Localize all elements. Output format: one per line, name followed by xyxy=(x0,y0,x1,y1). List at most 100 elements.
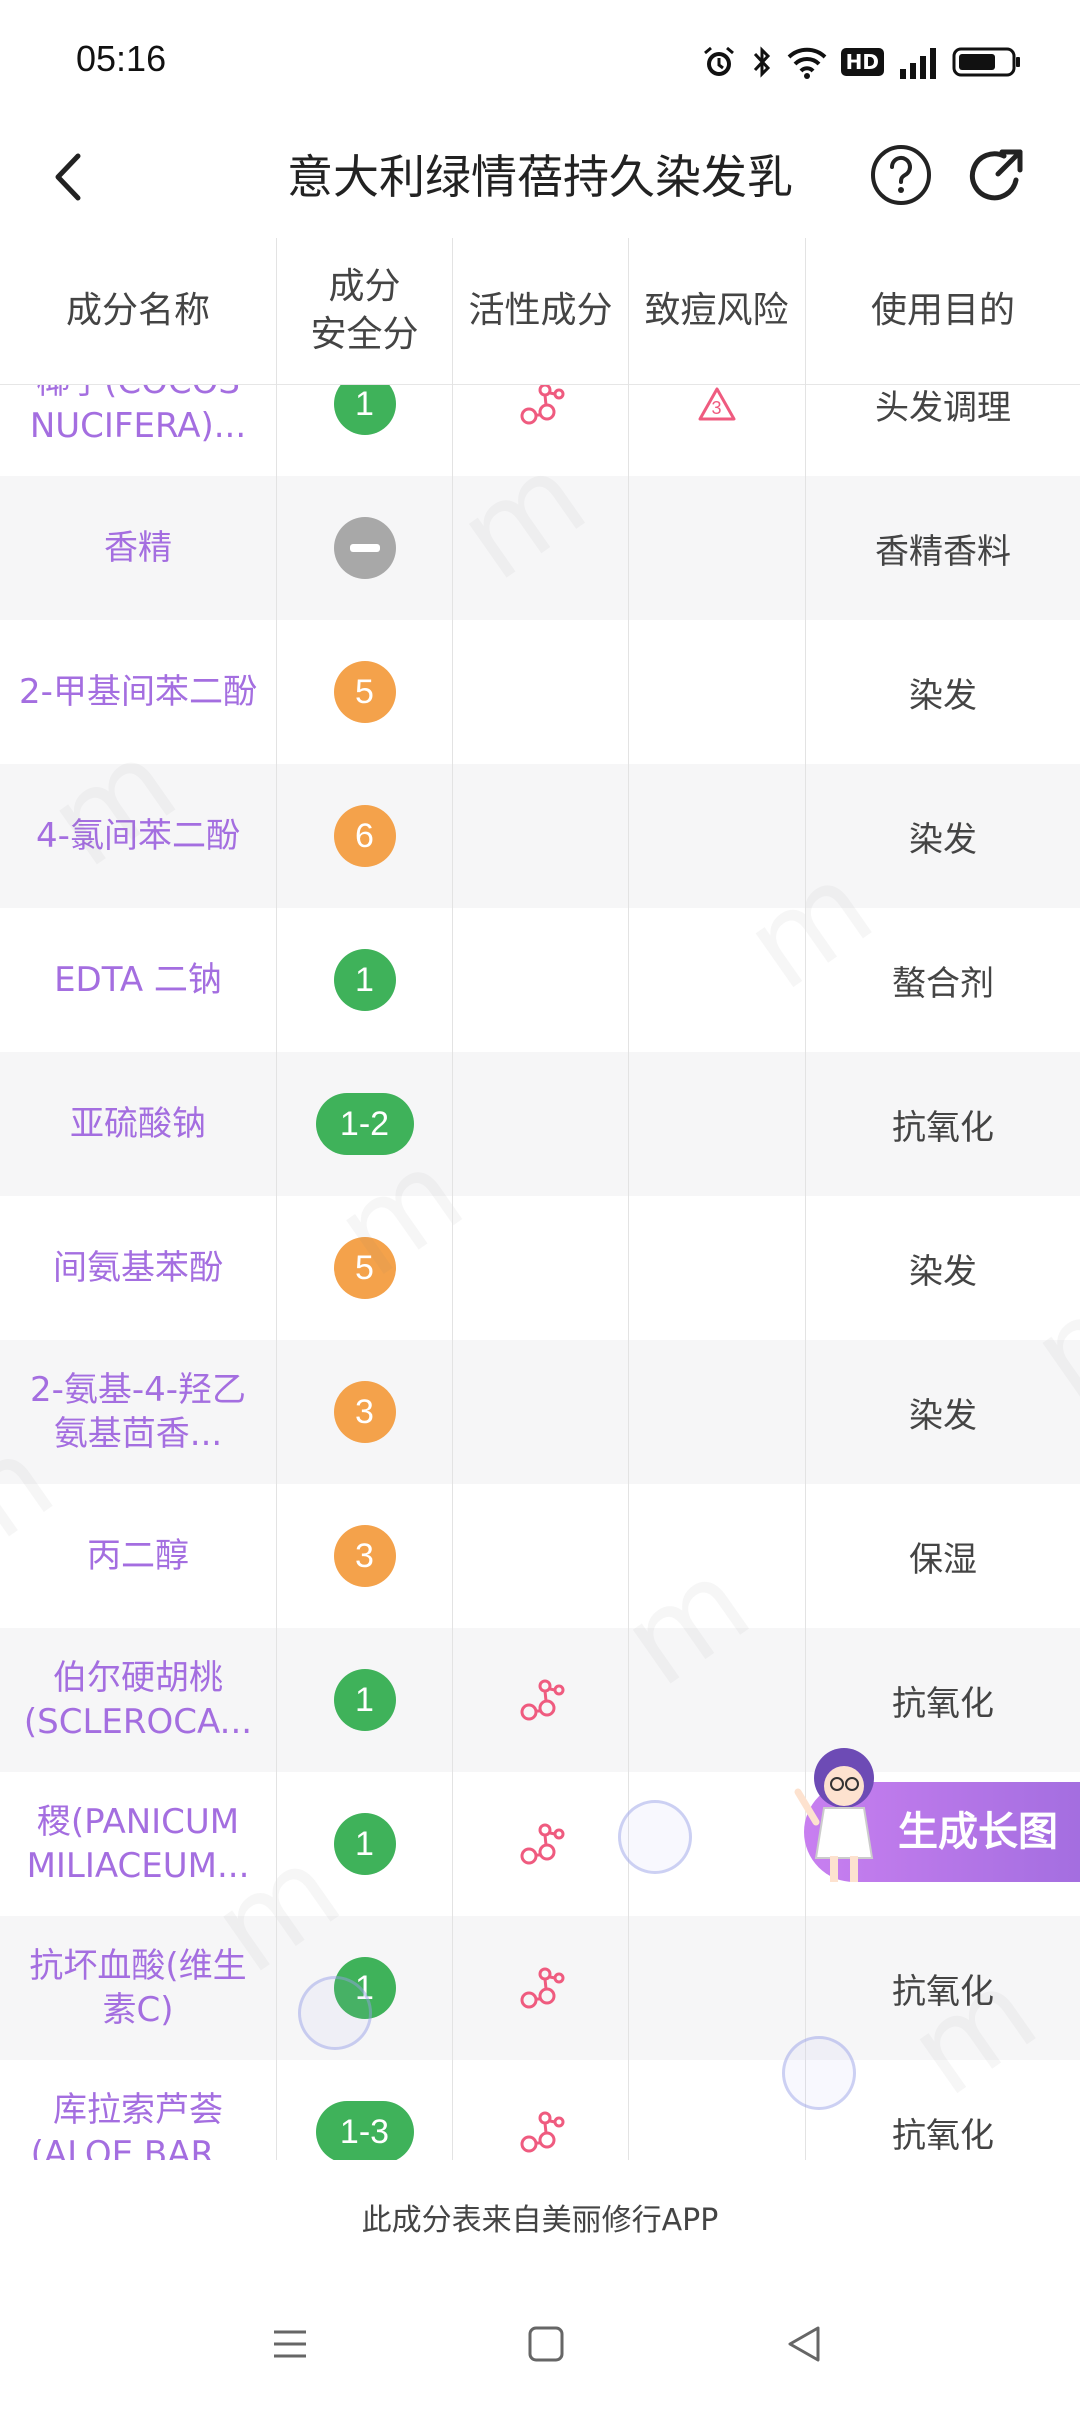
ingredient-name[interactable]: 稷(PANICUM MILIACEUM... xyxy=(0,1772,276,1916)
safety-score-cell: 5 xyxy=(277,620,452,764)
table-row[interactable]: 库拉索芦荟(ALOE BAR... 1-3 抗氧化 xyxy=(0,2060,1080,2160)
menu-icon[interactable] xyxy=(270,2324,310,2364)
table-row[interactable]: 间氨基苯酚 5 染发 xyxy=(0,1196,1080,1340)
usage-purpose: 染发 xyxy=(909,819,977,860)
active-ingredient-cell xyxy=(453,1628,628,1772)
table-row[interactable]: 2-氨基-4-羟乙氨基茴香... 3 染发 xyxy=(0,1340,1080,1484)
help-button[interactable] xyxy=(868,142,934,208)
ingredient-rows: 椰子(COCOS NUCIFERA)... 1 3 头发调理香精 香精香料 2-甲基间苯二… xyxy=(0,384,1080,2160)
ingredient-name[interactable]: 香精 xyxy=(0,476,276,620)
ingredient-name-text: 稷(PANICUM MILIACEUM... xyxy=(26,1802,250,1886)
safety-score-badge: 6 xyxy=(333,805,396,867)
safety-score-badge: 3 xyxy=(333,1525,396,1587)
status-time: 05:16 xyxy=(76,38,167,79)
header-score-line2: 安全分 xyxy=(310,314,419,355)
table-row[interactable]: 抗坏血酸(维生素C) 1 抗氧化 xyxy=(0,1916,1080,2060)
active-ingredient-cell xyxy=(453,1196,628,1340)
active-ingredient-cell xyxy=(453,620,628,764)
acne-risk-cell xyxy=(629,1340,804,1484)
wifi-icon xyxy=(787,47,827,79)
status-bar: 05:16 HD xyxy=(0,0,1080,120)
table-row[interactable]: 椰子(COCOS NUCIFERA)... 1 3 头发调理 xyxy=(0,384,1080,476)
ingredient-table[interactable]: 椰子(COCOS NUCIFERA)... 1 3 头发调理香精 香精香料 2-甲基间苯二… xyxy=(0,384,1080,2160)
table-row[interactable]: 亚硫酸钠 1-2 抗氧化 xyxy=(0,1052,1080,1196)
back-nav-icon[interactable] xyxy=(784,2324,824,2364)
bluetooth-icon xyxy=(753,46,770,78)
home-icon[interactable] xyxy=(526,2324,566,2364)
acne-risk-cell xyxy=(629,1196,804,1340)
ingredient-name[interactable]: 亚硫酸钠 xyxy=(0,1052,276,1196)
table-row[interactable]: 香精 香精香料 xyxy=(0,476,1080,620)
ingredient-name-text: 4-氯间苯二酚 xyxy=(36,816,240,856)
ingredient-name[interactable]: 丙二醇 xyxy=(0,1484,276,1628)
acne-risk-cell xyxy=(629,1484,804,1628)
safety-score-cell: 1 xyxy=(277,908,452,1052)
safety-score-cell: 1 xyxy=(277,1772,452,1916)
generate-button-label: 生成长图 xyxy=(898,1809,1058,1855)
header-score-line1: 成分 xyxy=(328,266,401,307)
usage-purpose: 螯合剂 xyxy=(892,963,994,1004)
usage-purpose: 抗氧化 xyxy=(892,1971,994,2012)
acne-risk-cell xyxy=(629,908,804,1052)
ingredient-name[interactable]: 2-氨基-4-羟乙氨基茴香... xyxy=(0,1340,276,1484)
usage-purpose: 头发调理 xyxy=(875,387,1011,428)
ingredient-name[interactable]: 2-甲基间苯二酚 xyxy=(0,620,276,764)
ingredient-name-text: 椰子(COCOS NUCIFERA)... xyxy=(29,384,247,446)
ingredient-name[interactable]: 库拉索芦荟(ALOE BAR... xyxy=(0,2060,276,2160)
usage-purpose: 染发 xyxy=(909,675,977,716)
molecule-icon xyxy=(520,1679,564,1721)
header-score: 成分 安全分 xyxy=(277,238,452,384)
ingredient-name-text: 伯尔硬胡桃(SCLEROCA... xyxy=(23,1658,253,1742)
safety-score-badge: 5 xyxy=(333,661,396,723)
safety-score-badge: 1 xyxy=(333,384,396,435)
safety-score-cell: 6 xyxy=(277,764,452,908)
header-acne: 致痘风险 xyxy=(644,290,789,331)
active-ingredient-cell xyxy=(453,476,628,620)
ingredient-name[interactable]: 伯尔硬胡桃(SCLEROCA... xyxy=(0,1628,276,1772)
mascot-icon xyxy=(794,1748,874,1882)
generate-long-image-button[interactable]: 生成长图 xyxy=(794,1738,1080,1886)
molecule-icon xyxy=(520,1823,564,1865)
touch-indicator xyxy=(782,2036,856,2110)
safety-score-cell: 5 xyxy=(277,1196,452,1340)
table-row[interactable]: 丙二醇 3 保湿 xyxy=(0,1484,1080,1628)
ingredient-name-text: 2-甲基间苯二酚 xyxy=(19,672,257,712)
acne-risk-value: 3 xyxy=(711,398,722,418)
safety-score-cell xyxy=(277,476,452,620)
safety-score-badge: 1-2 xyxy=(315,1093,414,1155)
active-ingredient-cell xyxy=(453,1916,628,2060)
ingredient-name-text: 抗坏血酸(维生素C) xyxy=(29,1946,247,2030)
alarm-icon xyxy=(703,46,734,76)
back-button[interactable] xyxy=(34,142,104,212)
usage-purpose: 染发 xyxy=(909,1395,977,1436)
chevron-left-icon xyxy=(55,153,81,201)
active-ingredient-cell xyxy=(453,764,628,908)
acne-risk-cell xyxy=(629,1052,804,1196)
share-button[interactable] xyxy=(962,142,1032,212)
safety-score-cell: 1-3 xyxy=(277,2060,452,2160)
safety-score-cell: 1 xyxy=(277,1628,452,1772)
usage-purpose: 保湿 xyxy=(909,1539,977,1580)
table-row[interactable]: 2-甲基间苯二酚 5 染发 xyxy=(0,620,1080,764)
status-icons: HD xyxy=(701,40,1022,84)
ingredient-name-text: 2-氨基-4-羟乙氨基茴香... xyxy=(29,1370,247,1454)
active-ingredient-cell xyxy=(453,908,628,1052)
active-ingredient-cell xyxy=(453,384,628,476)
hd-badge: HD xyxy=(840,48,884,76)
column-divider xyxy=(276,238,277,2160)
ingredient-name[interactable]: EDTA 二钠 xyxy=(0,908,276,1052)
acne-risk-cell xyxy=(629,2060,804,2160)
safety-score-badge: 3 xyxy=(333,1381,396,1443)
safety-score-cell: 3 xyxy=(277,1484,452,1628)
system-nav-bar xyxy=(0,2282,1080,2412)
column-divider xyxy=(452,238,453,2160)
safety-score-badge: 1-3 xyxy=(315,2101,414,2160)
unknown-score-icon xyxy=(349,544,380,552)
ingredient-name[interactable]: 抗坏血酸(维生素C) xyxy=(0,1916,276,2060)
ingredient-name[interactable]: 4-氯间苯二酚 xyxy=(0,764,276,908)
ingredient-name[interactable]: 间氨基苯酚 xyxy=(0,1196,276,1340)
table-row[interactable]: EDTA 二钠 1 螯合剂 xyxy=(0,908,1080,1052)
ingredient-name[interactable]: 椰子(COCOS NUCIFERA)... xyxy=(0,384,276,476)
table-row[interactable]: 4-氯间苯二酚 6 染发 xyxy=(0,764,1080,908)
header-use: 使用目的 xyxy=(870,290,1015,331)
